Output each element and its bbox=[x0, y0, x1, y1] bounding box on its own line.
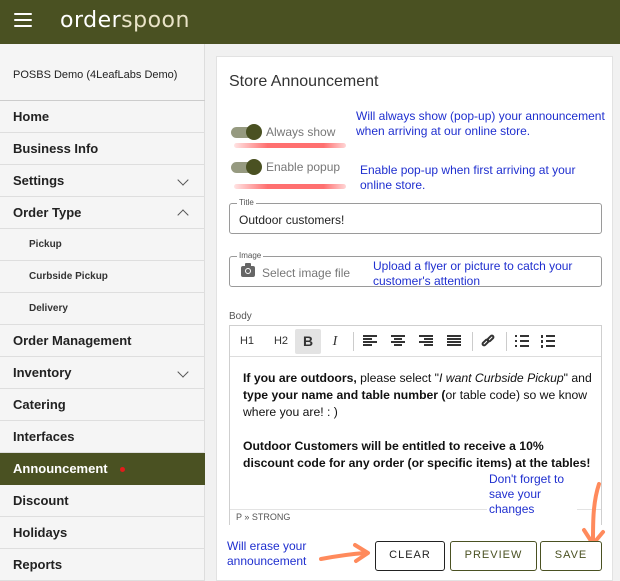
italic-button[interactable]: I bbox=[322, 329, 348, 354]
hamburger-menu-icon[interactable] bbox=[14, 13, 32, 29]
sidebar-item-catering[interactable]: Catering bbox=[0, 389, 205, 421]
top-bar: orderspoon bbox=[0, 0, 620, 44]
highlight-underline bbox=[234, 184, 346, 189]
align-justify-button[interactable] bbox=[441, 329, 467, 354]
annotation-image: Upload a flyer or picture to catch your … bbox=[373, 259, 573, 288]
sidebar-item-discount[interactable]: Discount bbox=[0, 485, 205, 517]
heading-2-button[interactable]: H2 bbox=[268, 329, 294, 354]
body-label: Body bbox=[229, 311, 252, 322]
sidebar: POSBS Demo (4LeafLabs Demo) Home Busines… bbox=[0, 44, 205, 581]
always-show-label: Always show bbox=[266, 125, 336, 139]
sidebar-item-curbside-pickup[interactable]: Curbside Pickup bbox=[0, 261, 205, 293]
align-left-icon bbox=[363, 335, 377, 347]
title-field[interactable]: Title Outdoor customers! bbox=[229, 198, 602, 234]
sidebar-item-interfaces[interactable]: Interfaces bbox=[0, 421, 205, 453]
annotation-save: Don't forget to save your changes bbox=[487, 472, 577, 519]
numbered-list-button[interactable] bbox=[535, 329, 561, 354]
always-show-toggle[interactable] bbox=[231, 124, 265, 140]
heading-1-button[interactable]: H1 bbox=[234, 329, 260, 354]
clear-button[interactable]: CLEAR bbox=[375, 541, 445, 571]
annotation-enable-popup: Enable pop-up when first arriving at you… bbox=[360, 163, 576, 192]
sidebar-item-settings[interactable]: Settings bbox=[0, 165, 205, 197]
arrow-to-clear-icon bbox=[319, 543, 370, 563]
sidebar-item-pickup[interactable]: Pickup bbox=[0, 229, 205, 261]
align-right-icon bbox=[419, 335, 433, 347]
red-dot-marker bbox=[119, 467, 125, 473]
content-paragraph: If you are outdoors, please select "I wa… bbox=[243, 371, 592, 419]
sidebar-item-order-management[interactable]: Order Management bbox=[0, 325, 205, 357]
sidebar-item-business-info[interactable]: Business Info bbox=[0, 133, 205, 165]
content-paragraph: Outdoor Customers will be entitled to re… bbox=[243, 439, 591, 470]
annotation-clear: Will erase your announcement bbox=[227, 539, 307, 568]
preview-button[interactable]: PREVIEW bbox=[450, 541, 537, 571]
bullet-list-button[interactable] bbox=[509, 329, 535, 354]
image-field-legend: Image bbox=[237, 251, 264, 261]
save-button[interactable]: SAVE bbox=[540, 541, 602, 571]
enable-popup-label: Enable popup bbox=[266, 160, 341, 174]
editor-toolbar: H1 H2 B I bbox=[230, 326, 601, 357]
align-left-button[interactable] bbox=[357, 329, 383, 354]
align-right-button[interactable] bbox=[413, 329, 439, 354]
sidebar-item-reports[interactable]: Reports bbox=[0, 549, 205, 581]
sidebar-item-delivery[interactable]: Delivery bbox=[0, 293, 205, 325]
sidebar-item-inventory[interactable]: Inventory bbox=[0, 357, 205, 389]
sidebar-item-home[interactable]: Home bbox=[0, 101, 205, 133]
bullet-list-icon bbox=[515, 335, 529, 348]
link-icon bbox=[480, 333, 496, 348]
sidebar-item-order-type[interactable]: Order Type bbox=[0, 197, 205, 229]
camera-icon bbox=[241, 263, 255, 277]
announcement-panel: Store Announcement Always show Enable po… bbox=[216, 56, 613, 581]
chevron-down-icon bbox=[177, 174, 189, 186]
align-center-button[interactable] bbox=[385, 329, 411, 354]
insert-link-button[interactable] bbox=[475, 329, 501, 354]
numbered-list-icon bbox=[541, 335, 555, 348]
align-justify-icon bbox=[447, 335, 461, 347]
sidebar-item-announcement[interactable]: Announcement bbox=[0, 453, 205, 485]
title-field-legend: Title bbox=[237, 198, 256, 208]
chevron-down-icon bbox=[177, 366, 189, 378]
sidebar-item-holidays[interactable]: Holidays bbox=[0, 517, 205, 549]
highlight-underline bbox=[234, 143, 346, 148]
enable-popup-toggle[interactable] bbox=[231, 159, 265, 175]
organization-name: POSBS Demo (4LeafLabs Demo) bbox=[13, 69, 178, 81]
align-center-icon bbox=[391, 335, 405, 347]
title-input-value: Outdoor customers! bbox=[239, 213, 345, 227]
chevron-up-icon bbox=[177, 209, 189, 221]
bold-button[interactable]: B bbox=[295, 329, 321, 354]
image-placeholder: Select image file bbox=[262, 266, 351, 280]
page-title: Store Announcement bbox=[229, 73, 379, 90]
image-field[interactable]: Image Select image file Upload a flyer o… bbox=[229, 251, 602, 288]
sidebar-nav: Home Business Info Settings Order Type P… bbox=[0, 101, 205, 581]
orderspoon-logo[interactable]: orderspoon bbox=[60, 8, 190, 33]
annotation-always-show: Will always show (pop-up) your announcem… bbox=[356, 109, 605, 138]
